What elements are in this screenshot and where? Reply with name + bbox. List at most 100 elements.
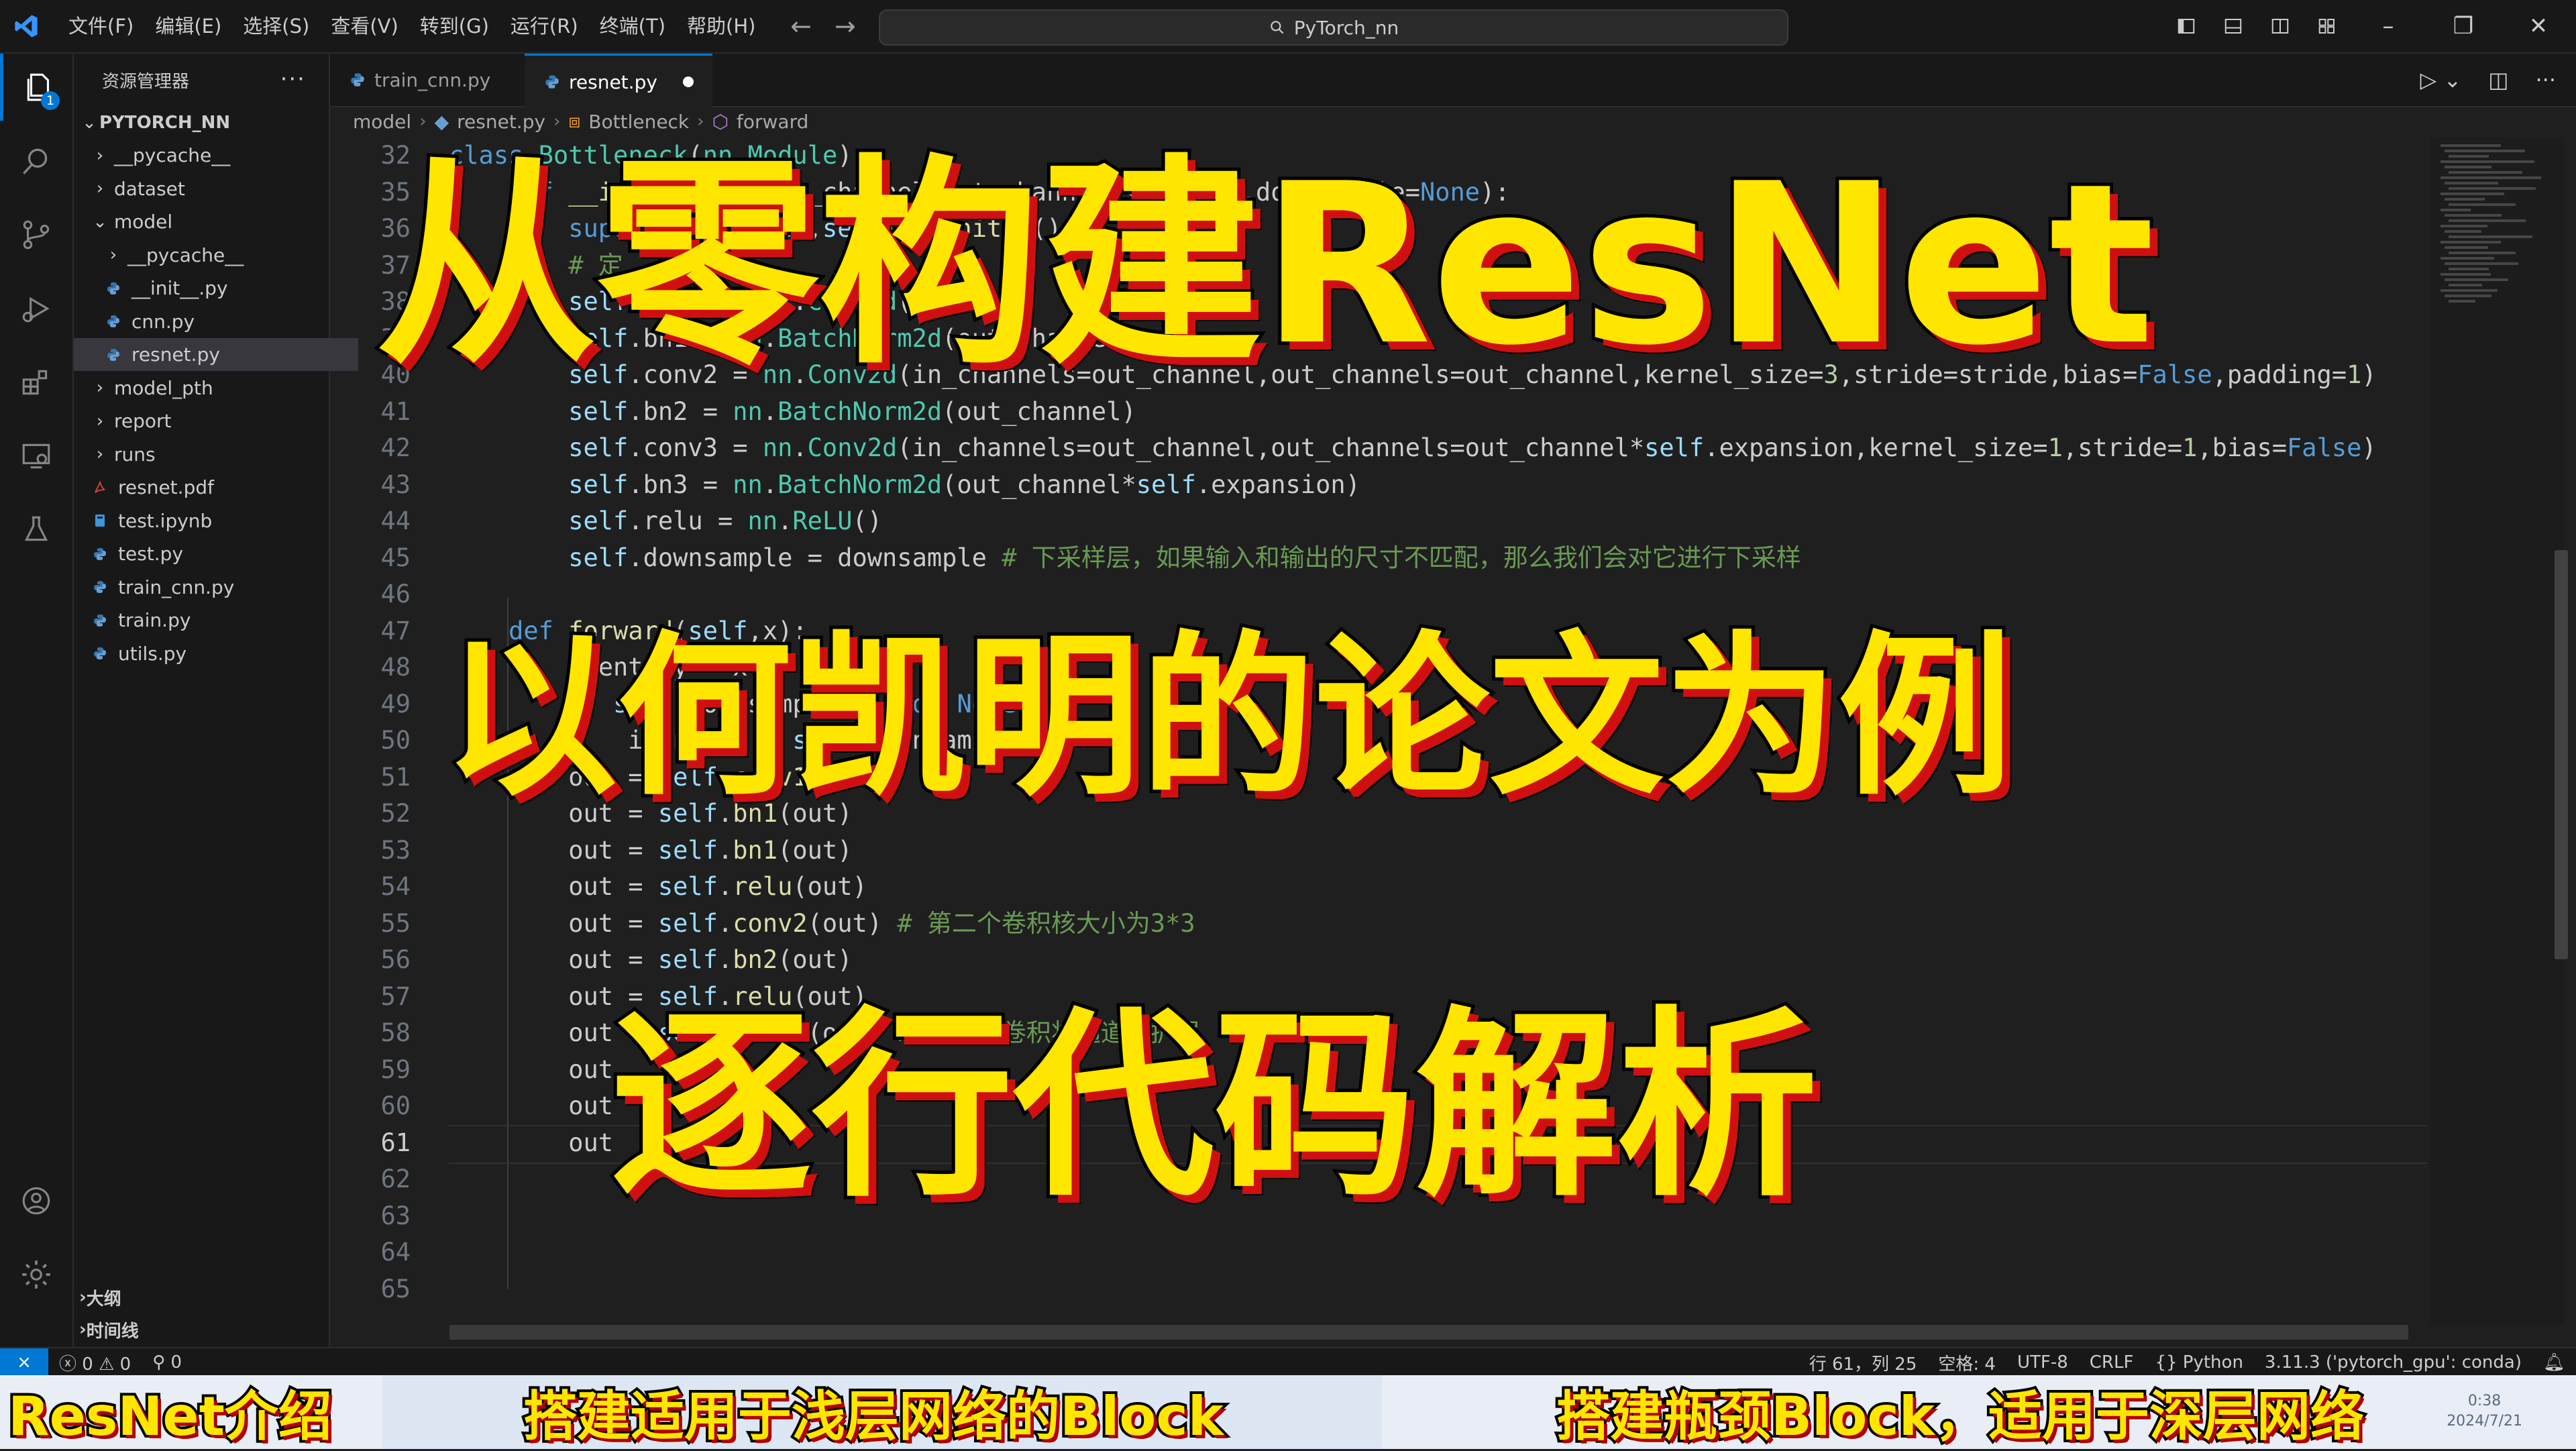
menu-terminal[interactable]: 终端(T) bbox=[589, 0, 676, 52]
minimap-line bbox=[2440, 160, 2534, 163]
breadcrumb-method[interactable]: forward bbox=[737, 111, 808, 133]
code-line[interactable]: 64 bbox=[330, 1234, 2430, 1271]
restore-icon[interactable]: ❐ bbox=[2426, 0, 2501, 52]
tab-resnet[interactable]: resnet.py bbox=[525, 54, 712, 108]
python-interpreter[interactable]: 3.11.3 ('pytorch_gpu': conda) bbox=[2254, 1352, 2532, 1373]
code-line[interactable]: 54 out = self.relu(out) bbox=[330, 869, 2430, 905]
workspace-root[interactable]: ⌄ PYTORCH_NN bbox=[74, 106, 334, 139]
file-tree-item[interactable]: __init__.py bbox=[74, 272, 358, 305]
horizontal-scrollbar[interactable] bbox=[449, 1325, 2408, 1340]
python-file-icon bbox=[90, 610, 110, 631]
language-mode[interactable]: {} Python bbox=[2144, 1352, 2253, 1373]
encoding[interactable]: UTF-8 bbox=[2006, 1352, 2079, 1373]
code-line[interactable]: 44 self.relu = nn.ReLU() bbox=[330, 503, 2430, 539]
remote-indicator-icon[interactable]: ⨯ bbox=[0, 1348, 48, 1377]
menu-run[interactable]: 运行(R) bbox=[500, 0, 589, 52]
command-center-search[interactable]: PyTorch_nn bbox=[879, 9, 1788, 46]
customize-layout-icon[interactable] bbox=[2304, 0, 2351, 52]
breadcrumb-class[interactable]: Bottleneck bbox=[588, 111, 689, 133]
extensions-icon[interactable] bbox=[0, 349, 72, 416]
toggle-secondary-sidebar-icon[interactable] bbox=[2257, 0, 2304, 52]
file-tree-item[interactable]: resnet.py bbox=[74, 338, 358, 371]
toggle-panel-icon[interactable] bbox=[2210, 0, 2257, 52]
code-text: self.bn3 = nn.BatchNorm2d(out_channel*se… bbox=[568, 470, 1360, 499]
notifications-bell-icon[interactable]: 🔔︎ bbox=[2532, 1352, 2576, 1373]
source-control-icon[interactable] bbox=[0, 201, 72, 268]
file-tree-item[interactable]: train_cnn.py bbox=[74, 571, 345, 604]
file-tree-item[interactable]: utils.py bbox=[74, 637, 345, 670]
code-line[interactable]: 42 self.conv3 = nn.Conv2d(in_channels=ou… bbox=[330, 430, 2430, 466]
file-tree-item[interactable]: resnet.pdf bbox=[74, 471, 345, 504]
code-line[interactable]: 46 bbox=[330, 576, 2430, 612]
file-tree-item[interactable]: test.py bbox=[74, 537, 345, 570]
line-number: 46 bbox=[380, 580, 411, 608]
minimap-line bbox=[2445, 166, 2491, 168]
line-number: 59 bbox=[380, 1055, 411, 1084]
code-line[interactable]: 45 self.downsample = downsample # 下采样层，如… bbox=[330, 540, 2430, 576]
remote-explorer-icon[interactable] bbox=[0, 423, 72, 490]
file-tree-item[interactable]: train.py bbox=[74, 604, 345, 637]
more-actions-icon[interactable]: ··· bbox=[280, 66, 306, 93]
close-icon[interactable]: ✕ bbox=[2501, 0, 2576, 52]
chapter-strip: ResNet介绍 搭建适用于浅层网络的Block 搭建瓶颈Block，适用于深层… bbox=[0, 1375, 2576, 1450]
chapter-3[interactable]: 搭建瓶颈Block，适用于深层网络 bbox=[1554, 1377, 2367, 1450]
chevron-right-icon: › bbox=[79, 1287, 87, 1307]
file-tree-item[interactable]: › __pycache__ bbox=[74, 139, 345, 172]
file-tree-item[interactable]: ⌄ model bbox=[74, 205, 345, 238]
minimize-icon[interactable]: – bbox=[2351, 0, 2426, 52]
menu-file[interactable]: 文件(F) bbox=[58, 0, 144, 52]
unsaved-dot-icon[interactable] bbox=[682, 76, 694, 87]
end-of-line[interactable]: CRLF bbox=[2079, 1352, 2145, 1373]
menu-go[interactable]: 转到(G) bbox=[409, 0, 500, 52]
file-tree-item-label: train_cnn.py bbox=[118, 576, 235, 598]
file-tree-item[interactable]: › runs bbox=[74, 438, 345, 471]
back-arrow-icon[interactable]: ← bbox=[790, 11, 812, 41]
testing-flask-icon[interactable] bbox=[0, 496, 72, 563]
vertical-scrollbar[interactable] bbox=[2555, 550, 2568, 959]
code-line[interactable]: 43 self.bn3 = nn.BatchNorm2d(out_channel… bbox=[330, 467, 2430, 503]
outline-section[interactable]: › 大纲 bbox=[74, 1281, 334, 1313]
timeline-section[interactable]: › 时间线 bbox=[74, 1313, 334, 1346]
more-actions-icon[interactable]: ··· bbox=[2535, 67, 2556, 93]
menu-edit[interactable]: 编辑(E) bbox=[144, 0, 232, 52]
file-tree-item[interactable]: cnn.py bbox=[74, 305, 358, 338]
cursor-position[interactable]: 行 61，列 25 bbox=[1799, 1350, 1928, 1375]
indentation[interactable]: 空格: 4 bbox=[1927, 1350, 2006, 1375]
ports-indicator[interactable]: ⚲ 0 bbox=[142, 1352, 193, 1373]
minimap[interactable] bbox=[2430, 138, 2564, 1325]
run-debug-icon[interactable] bbox=[0, 275, 72, 342]
file-tree-item[interactable]: › model_pth bbox=[74, 372, 345, 405]
file-tree-item[interactable]: › dataset bbox=[74, 172, 345, 205]
file-tree-item[interactable]: › __pycache__ bbox=[74, 239, 358, 272]
chapter-2[interactable]: 搭建适用于浅层网络的Block bbox=[521, 1377, 1226, 1450]
split-editor-icon[interactable]: ◫ bbox=[2488, 67, 2508, 93]
vscode-logo-icon bbox=[0, 0, 52, 52]
line-number: 51 bbox=[380, 762, 411, 792]
minimap-line bbox=[2445, 198, 2485, 201]
file-tree-item-label: model_pth bbox=[114, 376, 213, 399]
menu-help[interactable]: 帮助(H) bbox=[676, 0, 766, 52]
code-line[interactable]: 53 out = self.bn1(out) bbox=[330, 832, 2430, 869]
class-symbol-icon: ⧈ bbox=[568, 110, 581, 132]
menu-selection[interactable]: 选择(S) bbox=[232, 0, 320, 52]
code-line[interactable]: 41 self.bn2 = nn.BatchNorm2d(out_channel… bbox=[330, 394, 2430, 430]
settings-gear-icon[interactable] bbox=[0, 1241, 72, 1308]
run-file-icon[interactable]: ▷ ⌄ bbox=[2420, 67, 2462, 93]
toggle-sidebar-icon[interactable] bbox=[2163, 0, 2210, 52]
breadcrumb-file[interactable]: resnet.py bbox=[457, 111, 545, 133]
tab-train-cnn[interactable]: train_cnn.py bbox=[330, 54, 509, 106]
minimap-line bbox=[2440, 225, 2487, 227]
search-view-icon[interactable] bbox=[0, 127, 72, 195]
code-line[interactable]: 55 out = self.conv2(out) # 第二个卷积核大小为3*3 bbox=[330, 906, 2430, 942]
forward-arrow-icon[interactable]: → bbox=[835, 11, 856, 41]
breadcrumb-folder[interactable]: model bbox=[353, 111, 411, 133]
code-line[interactable]: 56 out = self.bn2(out) bbox=[330, 942, 2430, 978]
problems-indicator[interactable]: ⓧ 0 ⚠ 0 bbox=[48, 1350, 142, 1375]
code-line[interactable]: 65 bbox=[330, 1271, 2430, 1307]
chapter-1[interactable]: ResNet介绍 bbox=[5, 1377, 335, 1450]
file-tree-item[interactable]: › report bbox=[74, 405, 345, 437]
file-tree-item[interactable]: test.ipynb bbox=[74, 504, 345, 537]
menu-view[interactable]: 查看(V) bbox=[320, 0, 409, 52]
explorer-icon[interactable]: 1 bbox=[0, 54, 76, 121]
accounts-icon[interactable] bbox=[0, 1167, 72, 1234]
